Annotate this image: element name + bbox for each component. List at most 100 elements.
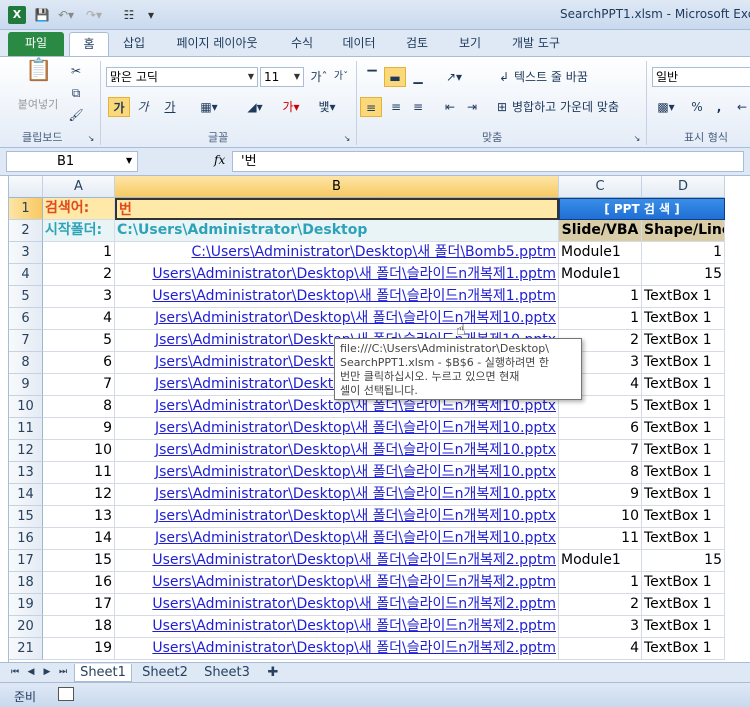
row-header[interactable]: 5 bbox=[9, 286, 43, 308]
index-cell[interactable]: 18 bbox=[43, 616, 115, 638]
column-title-slide-vba[interactable]: Slide/VBA bbox=[559, 220, 642, 242]
accounting-format-icon[interactable]: ▩▾ bbox=[654, 97, 678, 117]
wrap-text-button[interactable]: 텍스트 줄 바꿈 bbox=[514, 67, 604, 87]
shape-line-cell[interactable]: TextBox 1 bbox=[642, 462, 725, 484]
index-cell[interactable]: 17 bbox=[43, 594, 115, 616]
first-sheet-icon[interactable]: ⏮ bbox=[8, 664, 22, 682]
column-header-a[interactable]: A bbox=[43, 176, 115, 198]
file-link-cell[interactable]: Users\Administrator\Desktop\새 폴더\슬라이드n개복… bbox=[115, 264, 559, 286]
merge-center-icon[interactable]: ⊞ bbox=[494, 97, 510, 117]
index-cell[interactable]: 6 bbox=[43, 352, 115, 374]
index-cell[interactable]: 8 bbox=[43, 396, 115, 418]
index-cell[interactable]: 9 bbox=[43, 418, 115, 440]
tab-developer[interactable]: 개발 도구 bbox=[504, 32, 568, 56]
align-bottom-icon[interactable]: ▁ bbox=[408, 67, 428, 87]
paste-button[interactable]: 붙여넣기 bbox=[10, 95, 66, 115]
row-header[interactable]: 19 bbox=[9, 594, 43, 616]
align-middle-icon[interactable]: ▬ bbox=[384, 67, 406, 87]
shape-line-cell[interactable]: 15 bbox=[642, 550, 725, 572]
row-header[interactable]: 16 bbox=[9, 528, 43, 550]
slide-vba-cell[interactable]: 6 bbox=[559, 418, 642, 440]
start-folder-input[interactable]: C:\Users\Administrator\Desktop bbox=[115, 220, 559, 242]
shape-line-cell[interactable]: TextBox 1 bbox=[642, 308, 725, 330]
increase-decimal-icon[interactable]: ← bbox=[734, 97, 750, 117]
file-link-cell[interactable]: Users\Administrator\Desktop\새 폴더\슬라이드n개복… bbox=[115, 594, 559, 616]
slide-vba-cell[interactable]: 4 bbox=[559, 638, 642, 660]
file-link-cell[interactable]: Users\Administrator\Desktop\새 폴더\슬라이드n개복… bbox=[115, 616, 559, 638]
row-header[interactable]: 21 bbox=[9, 638, 43, 660]
row-header[interactable]: 7 bbox=[9, 330, 43, 352]
name-box[interactable]: B1 bbox=[6, 151, 138, 172]
column-header-c[interactable]: C bbox=[559, 176, 642, 198]
column-header-d[interactable]: D bbox=[642, 176, 725, 198]
shape-line-cell[interactable]: TextBox 1 bbox=[642, 638, 725, 660]
row-header[interactable]: 10 bbox=[9, 396, 43, 418]
column-header-b[interactable]: B bbox=[115, 176, 559, 198]
shape-line-cell[interactable]: TextBox 1 bbox=[642, 616, 725, 638]
function-icon[interactable]: fx bbox=[214, 153, 225, 167]
next-sheet-icon[interactable]: ▶ bbox=[40, 664, 54, 682]
index-cell[interactable]: 16 bbox=[43, 572, 115, 594]
chevron-down-icon[interactable]: ▼ bbox=[126, 156, 132, 165]
row-header[interactable]: 3 bbox=[9, 242, 43, 264]
index-cell[interactable]: 4 bbox=[43, 308, 115, 330]
file-link-cell[interactable]: Users\Administrator\Desktop\새 폴더\슬라이드n개복… bbox=[115, 572, 559, 594]
file-link-cell[interactable]: Jsers\Administrator\Desktop\새 폴더\슬라이드n개복… bbox=[115, 418, 559, 440]
file-link-cell[interactable]: C:\Users\Administrator\Desktop\새 폴더\Bomb… bbox=[115, 242, 559, 264]
shape-line-cell[interactable]: TextBox 1 bbox=[642, 418, 725, 440]
comma-button[interactable]: , bbox=[712, 97, 726, 117]
orientation-icon[interactable]: ↗▾ bbox=[440, 67, 468, 87]
sheet-tab-1[interactable]: Sheet1 bbox=[74, 664, 132, 682]
font-name-combo[interactable]: 맑은 고딕 ▼ bbox=[106, 67, 258, 87]
tab-review[interactable]: 검토 bbox=[394, 32, 440, 56]
index-cell[interactable]: 13 bbox=[43, 506, 115, 528]
increase-indent-icon[interactable]: ⇥ bbox=[462, 97, 482, 117]
underline-button[interactable]: 가 bbox=[156, 97, 184, 117]
bold-button[interactable]: 가 bbox=[108, 97, 130, 117]
ppt-search-button[interactable]: [ PPT 검 색 ] bbox=[559, 198, 725, 220]
row-header[interactable]: 6 bbox=[9, 308, 43, 330]
index-cell[interactable]: 15 bbox=[43, 550, 115, 572]
paste-icon[interactable]: 📋 bbox=[22, 60, 56, 91]
undo-icon[interactable]: ↶▾ bbox=[58, 6, 74, 24]
prev-sheet-icon[interactable]: ◀ bbox=[24, 664, 38, 682]
tab-page-layout[interactable]: 페이지 레이아웃 bbox=[164, 32, 270, 56]
file-link-cell[interactable]: Jsers\Administrator\Desktop\새 폴더\슬라이드n개복… bbox=[115, 462, 559, 484]
sheet-tab-3[interactable]: Sheet3 bbox=[198, 664, 256, 682]
redo-icon[interactable]: ↷▾ bbox=[86, 6, 102, 24]
tab-home[interactable]: 홈 bbox=[69, 32, 109, 56]
file-link-cell[interactable]: Users\Administrator\Desktop\새 폴더\슬라이드n개복… bbox=[115, 638, 559, 660]
slide-vba-cell[interactable]: Module1 bbox=[559, 264, 642, 286]
fill-color-icon[interactable]: ◢▾ bbox=[240, 97, 270, 117]
tab-file[interactable]: 파일 bbox=[8, 32, 64, 56]
row-header[interactable]: 1 bbox=[9, 198, 43, 220]
border-icon[interactable]: ▦▾ bbox=[198, 97, 220, 117]
index-cell[interactable]: 10 bbox=[43, 440, 115, 462]
shape-line-cell[interactable]: TextBox 1 bbox=[642, 330, 725, 352]
font-size-combo[interactable]: 11 ▼ bbox=[260, 67, 304, 87]
shape-line-cell[interactable]: TextBox 1 bbox=[642, 286, 725, 308]
slide-vba-cell[interactable]: 9 bbox=[559, 484, 642, 506]
shape-line-cell[interactable]: TextBox 1 bbox=[642, 506, 725, 528]
grow-font-icon[interactable]: 가ˆ bbox=[310, 67, 328, 87]
slide-vba-cell[interactable]: 2 bbox=[559, 594, 642, 616]
shrink-font-icon[interactable]: 가ˇ bbox=[332, 67, 350, 87]
tab-formulas[interactable]: 수식 bbox=[280, 32, 324, 56]
select-all-corner[interactable] bbox=[9, 176, 43, 198]
file-link-cell[interactable]: Jsers\Administrator\Desktop\새 폴더\슬라이드n개복… bbox=[115, 506, 559, 528]
file-link-cell[interactable]: Jsers\Administrator\Desktop\새 폴더\슬라이드n개복… bbox=[115, 440, 559, 462]
align-right-icon[interactable]: ≡ bbox=[408, 97, 428, 117]
qat-customize-icon[interactable]: ▾ bbox=[146, 6, 156, 24]
index-cell[interactable]: 11 bbox=[43, 462, 115, 484]
search-term-input[interactable]: 번 bbox=[115, 198, 559, 220]
clipboard-launcher-icon[interactable]: ↘ bbox=[86, 129, 96, 149]
align-top-icon[interactable]: ▔ bbox=[362, 67, 382, 87]
file-link-cell[interactable]: Users\Administrator\Desktop\새 폴더\슬라이드n개복… bbox=[115, 286, 559, 308]
shape-line-cell[interactable]: TextBox 1 bbox=[642, 528, 725, 550]
file-link-cell[interactable]: Users\Administrator\Desktop\새 폴더\슬라이드n개복… bbox=[115, 550, 559, 572]
index-cell[interactable]: 5 bbox=[43, 330, 115, 352]
file-link-cell[interactable]: Jsers\Administrator\Desktop\새 폴더\슬라이드n개복… bbox=[115, 528, 559, 550]
index-cell[interactable]: 7 bbox=[43, 374, 115, 396]
wrap-text-icon[interactable]: ↲ bbox=[496, 67, 512, 87]
slide-vba-cell[interactable]: Module1 bbox=[559, 550, 642, 572]
